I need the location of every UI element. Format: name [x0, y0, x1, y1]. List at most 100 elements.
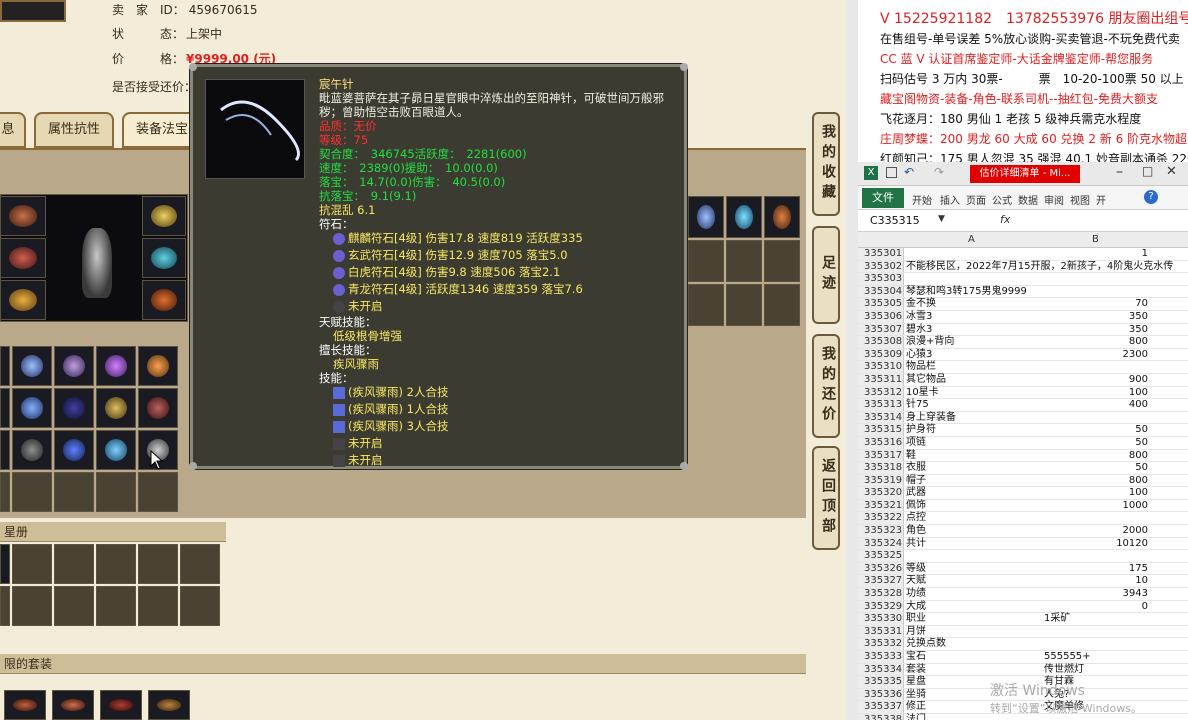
inventory-slot[interactable] [12, 430, 52, 470]
sheet-row[interactable]: 335325 [858, 550, 1188, 563]
my-favorites-button[interactable]: 我的收藏 [812, 112, 840, 216]
sheet-row[interactable]: 335324 共计 10120 [858, 537, 1188, 551]
cell-a[interactable]: 点控 [906, 512, 1040, 525]
sheet-row[interactable]: 335308 浪漫+背向 800 [858, 336, 1188, 349]
row-number[interactable]: 335329 [858, 600, 904, 613]
cell-b[interactable]: 100 [1042, 487, 1152, 500]
ribbon-tab-home[interactable]: 开始 [912, 192, 932, 207]
cell-a[interactable]: 不能移民区，2022年7月15开服，2新孩子，4阶鬼火克水传 [906, 261, 1173, 274]
inventory-slot[interactable] [12, 472, 52, 512]
inventory-slot[interactable] [0, 430, 10, 470]
cell-a[interactable]: 10星卡 [906, 387, 1040, 400]
row-number[interactable]: 335306 [858, 310, 904, 323]
pet-book-slot[interactable] [96, 586, 136, 626]
pet-book-slot[interactable] [54, 544, 94, 584]
fabao-slot[interactable] [764, 196, 800, 238]
row-number[interactable]: 335304 [858, 285, 904, 298]
equip-slot[interactable] [142, 196, 186, 236]
row-number[interactable]: 335313 [858, 399, 904, 411]
row-number[interactable]: 335315 [858, 424, 904, 436]
cell-a[interactable]: 鞋 [906, 450, 1040, 463]
row-number[interactable]: 335312 [858, 386, 904, 399]
row-number[interactable]: 335331 [858, 625, 904, 638]
sheet-row[interactable]: 335306 冰雪3 350 [858, 310, 1188, 324]
pet-book-slot[interactable] [12, 544, 52, 584]
cell-a[interactable]: 角色 [906, 525, 1040, 538]
equip-slot[interactable] [142, 238, 186, 278]
inventory-slot[interactable] [12, 388, 52, 428]
row-number[interactable]: 335335 [858, 676, 904, 688]
equip-slot[interactable] [0, 196, 46, 236]
pet-book-slot[interactable] [96, 544, 136, 584]
cell-a[interactable]: 浪漫+背向 [906, 336, 1040, 349]
pet-book-slot[interactable] [0, 544, 10, 584]
sheet-row[interactable]: 335315 护身符 50 [858, 424, 1188, 437]
cell-b[interactable]: 1000 [1042, 500, 1152, 513]
cell-a[interactable]: 月饼 [906, 626, 1040, 639]
pet-book-slot[interactable] [138, 544, 178, 584]
footprint-button[interactable]: 足迹 [812, 226, 840, 324]
cell-a[interactable]: 琴瑟和鸣3转175男鬼9999 [906, 286, 1040, 299]
row-number[interactable]: 335303 [858, 273, 904, 285]
row-number[interactable]: 335336 [858, 688, 904, 701]
sheet-row[interactable]: 335321 佩饰 1000 [858, 499, 1188, 513]
cell-a[interactable]: 其它物品 [906, 374, 1040, 387]
row-number[interactable]: 335321 [858, 499, 904, 512]
my-bargain-button[interactable]: 我的还价 [812, 334, 840, 438]
cell-b[interactable]: 800 [1042, 475, 1152, 488]
suit-slot[interactable] [148, 690, 190, 720]
minimize-icon[interactable]: – [1116, 164, 1123, 180]
cell-b[interactable]: 50 [1042, 424, 1152, 437]
row-number[interactable]: 335323 [858, 525, 904, 537]
cell-b[interactable]: 1 [1042, 248, 1152, 261]
inventory-slot[interactable] [138, 388, 178, 428]
sheet-row[interactable]: 335330 职业 1采矿 [858, 613, 1188, 626]
chevron-down-icon[interactable]: ▼ [938, 214, 945, 224]
sheet-row[interactable]: 335305 金不换 70 [858, 298, 1188, 311]
row-number[interactable]: 335338 [858, 713, 904, 720]
row-number[interactable]: 335337 [858, 701, 904, 713]
row-number[interactable]: 335330 [858, 613, 904, 625]
inventory-slot[interactable] [54, 346, 94, 386]
cell-b[interactable]: 70 [1042, 298, 1152, 311]
inventory-slot[interactable] [54, 430, 94, 470]
pet-book-slot[interactable] [0, 586, 10, 626]
fabao-slot[interactable] [688, 196, 724, 238]
column-b-header[interactable]: B [1092, 234, 1099, 245]
sheet-row[interactable]: 335314 身上穿装备 [858, 411, 1188, 425]
sheet-row[interactable]: 335309 心猿3 2300 [858, 348, 1188, 362]
inventory-slot[interactable] [54, 472, 94, 512]
fabao-slot[interactable] [764, 284, 800, 326]
ribbon-tab-review[interactable]: 审阅 [1044, 192, 1064, 207]
pet-book-slot[interactable] [180, 544, 220, 584]
cell-a[interactable]: 身上穿装备 [906, 412, 1040, 425]
ribbon-tab-insert[interactable]: 插入 [940, 192, 960, 207]
pet-book-slot[interactable] [12, 586, 52, 626]
inventory-slot[interactable] [0, 472, 10, 512]
row-number[interactable]: 335305 [858, 298, 904, 310]
inventory-slot[interactable] [54, 388, 94, 428]
tab-attributes[interactable]: 属性抗性 [34, 112, 114, 148]
row-number[interactable]: 335319 [858, 474, 904, 487]
suit-slot[interactable] [100, 690, 142, 720]
sheet-row[interactable]: 335320 武器 100 [858, 487, 1188, 500]
inventory-slot[interactable] [96, 472, 136, 512]
cell-a[interactable]: 心猿3 [906, 349, 1040, 362]
sheet-row[interactable]: 335303 [858, 273, 1188, 286]
inventory-slot[interactable] [96, 388, 136, 428]
sheet-row[interactable]: 335327 天赋 10 [858, 575, 1188, 589]
sheet-row[interactable]: 335310 物品栏 [858, 361, 1188, 374]
help-icon[interactable]: ? [1144, 190, 1158, 204]
cell-a[interactable]: 大成 [906, 601, 1040, 614]
row-number[interactable]: 335332 [858, 638, 904, 650]
sheet-row[interactable]: 335317 鞋 800 [858, 449, 1188, 463]
sheet-row[interactable]: 335311 其它物品 900 [858, 373, 1188, 387]
cell-a[interactable]: 金不换 [906, 298, 1040, 311]
maximize-icon[interactable]: □ [1142, 164, 1153, 178]
sheet-row[interactable]: 335322 点控 [858, 512, 1188, 526]
sheet-row[interactable]: 335318 衣服 50 [858, 462, 1188, 475]
row-number[interactable]: 335326 [858, 562, 904, 575]
cell-b[interactable]: 400 [1042, 399, 1152, 412]
sheet-row[interactable]: 335302 不能移民区，2022年7月15开服，2新孩子，4阶鬼火克水传 [858, 260, 1188, 274]
inventory-slot[interactable] [96, 430, 136, 470]
